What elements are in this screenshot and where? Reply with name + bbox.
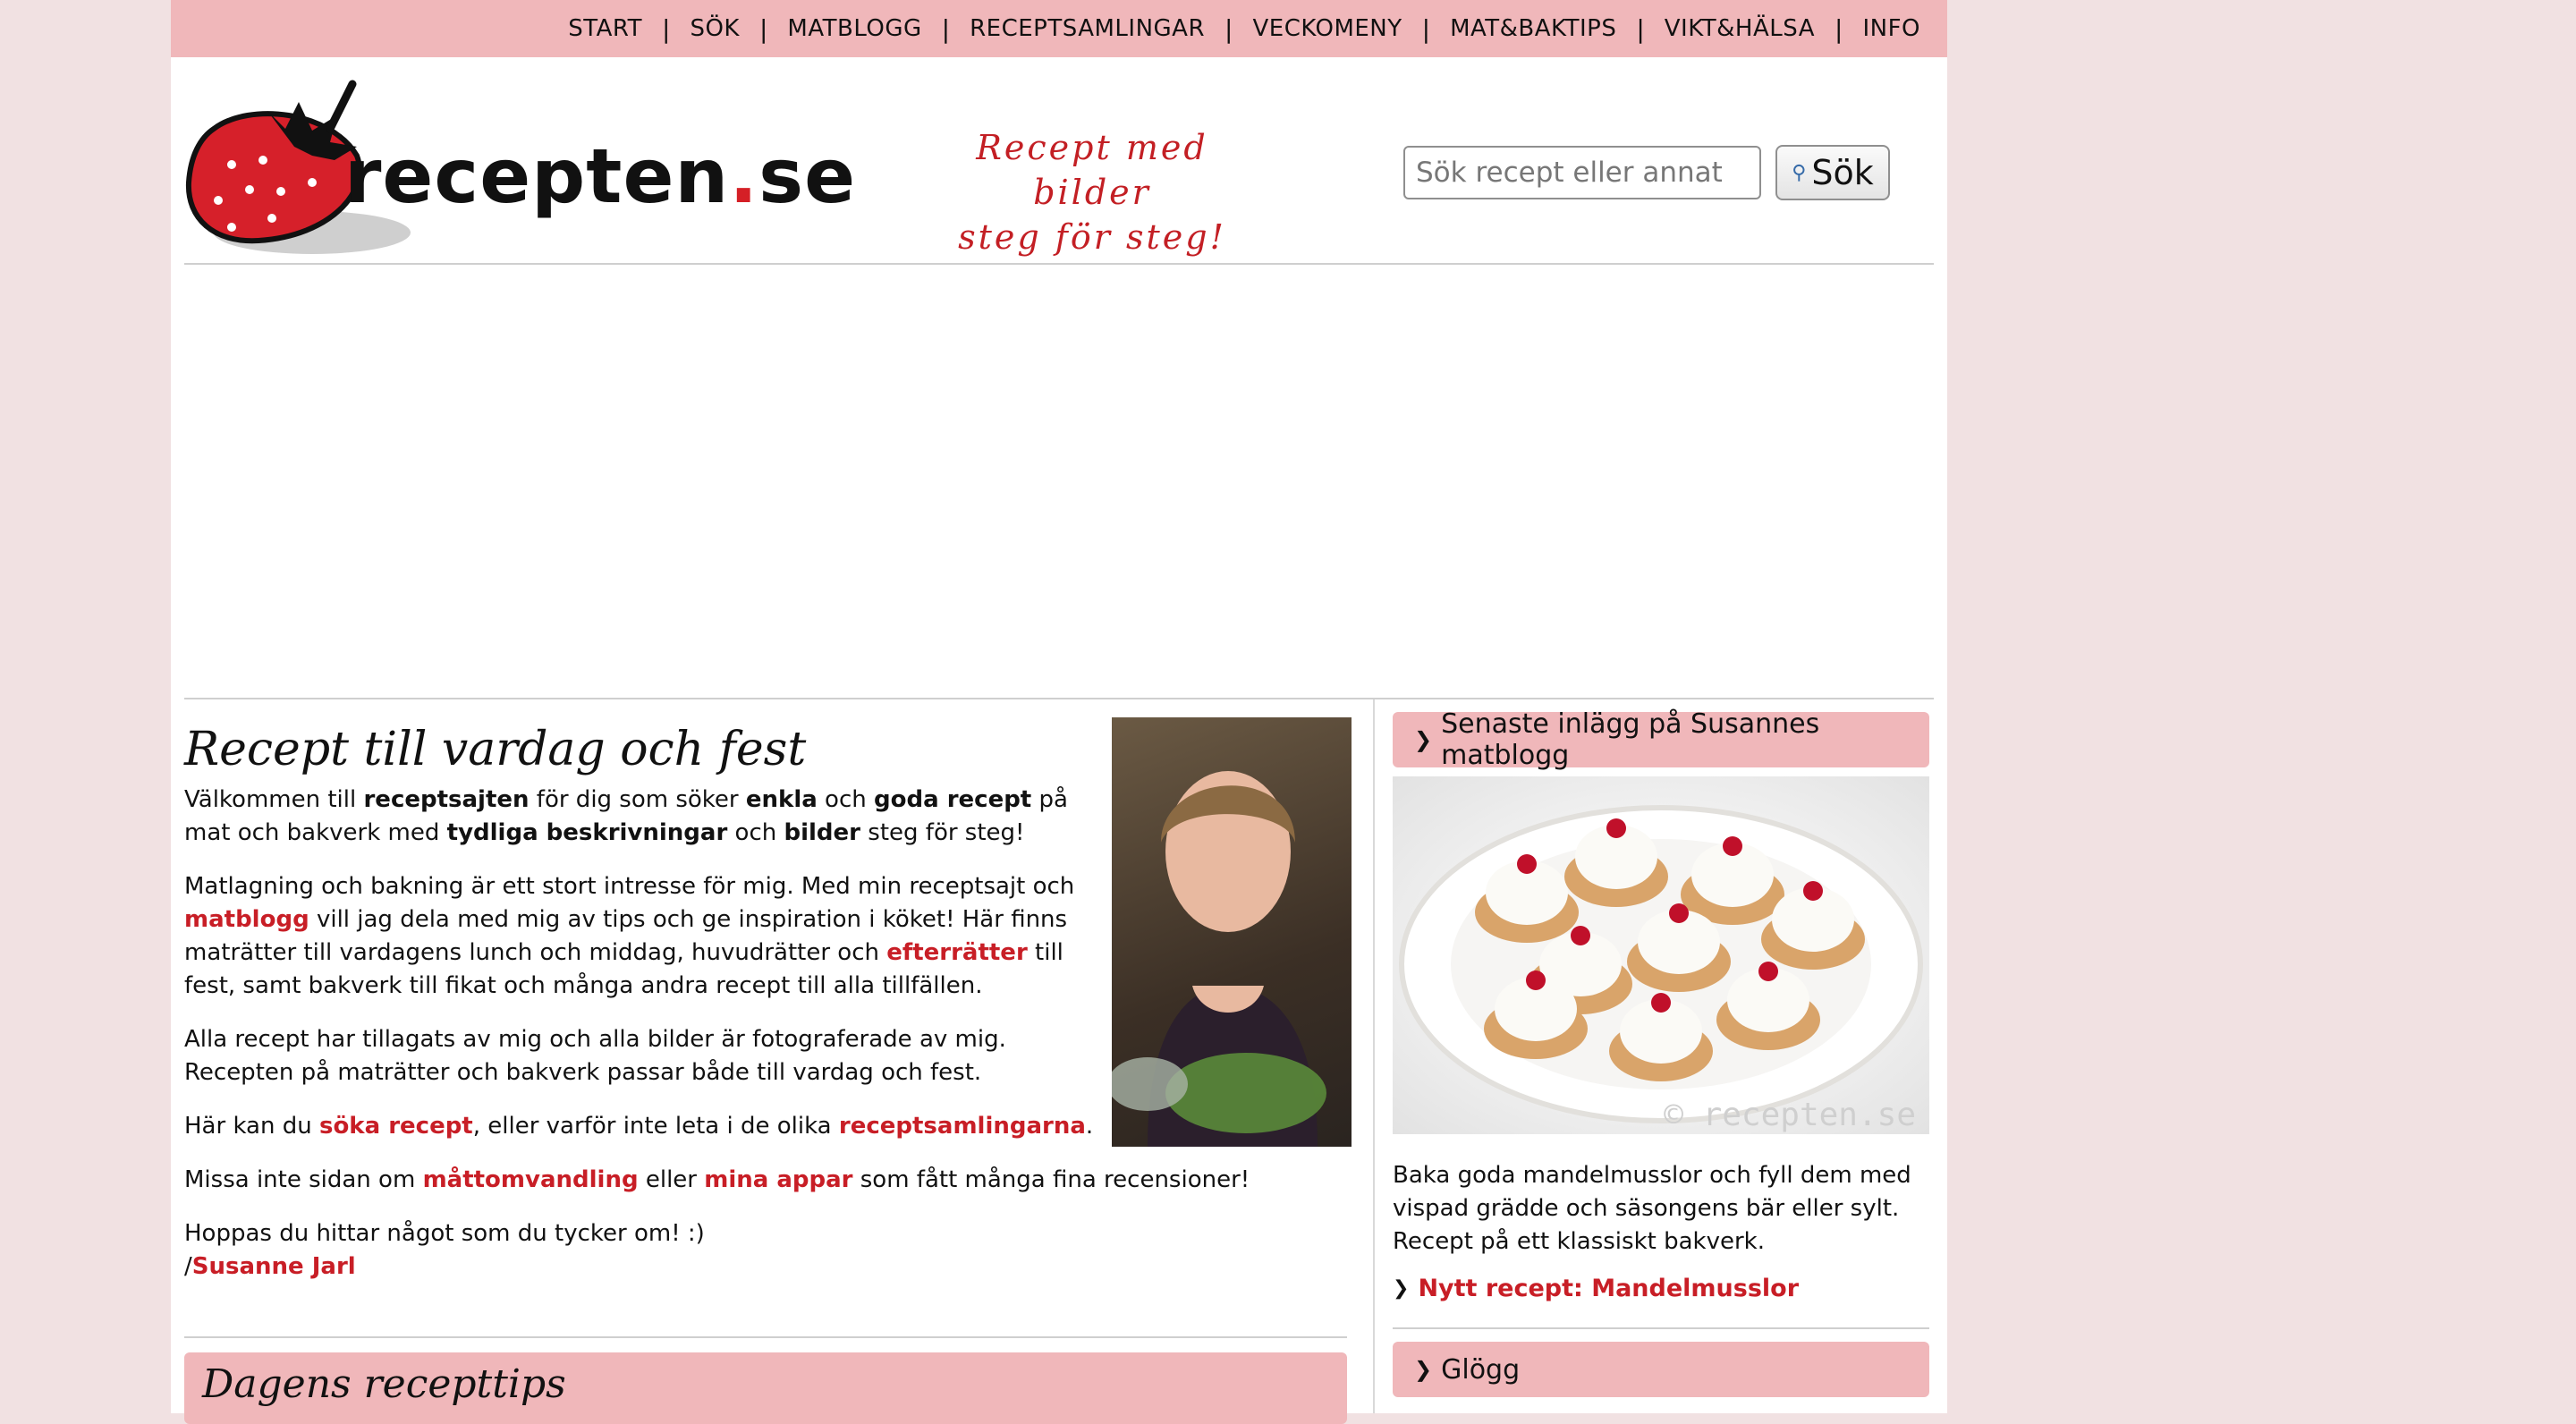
divider <box>184 1336 1347 1338</box>
mandelmusslor-photo[interactable]: © recepten.se <box>1393 776 1929 1134</box>
signature-paragraph: Hoppas du hittar något som du tycker om!… <box>184 1220 705 1280</box>
main-content: Recept till vardag och fest Välkommen ti… <box>184 716 1352 1304</box>
apps-paragraph: Missa inte sidan om måttomvandling eller… <box>184 1166 1250 1193</box>
efterratter-link[interactable]: efterrätter <box>886 939 1028 966</box>
nav-separator: | <box>662 13 671 44</box>
soka-recept-link[interactable]: söka recept <box>319 1113 473 1140</box>
search-input[interactable] <box>1403 146 1761 199</box>
glogg-heading-label: Glögg <box>1441 1353 1521 1386</box>
nav-start[interactable]: START <box>568 15 642 42</box>
nav-receptsamlingar[interactable]: RECEPTSAMLINGAR <box>970 15 1205 42</box>
blog-excerpt: Baka goda mandelmusslor och fyll dem med… <box>1393 1162 1911 1255</box>
nav-separator: | <box>1835 13 1843 44</box>
daily-tips-title: Dagens recepttips <box>202 1361 566 1407</box>
top-nav: START | SÖK | MATBLOGG | RECEPTSAMLINGAR… <box>171 0 1947 57</box>
chevron-right-icon: ❯ <box>1393 1277 1410 1300</box>
intro-paragraph: Välkommen till receptsajten för dig som … <box>184 786 1068 846</box>
blog-heading[interactable]: ❯ Senaste inlägg på Susannes matblogg <box>1393 708 1929 771</box>
search-form: ⚲ Sök <box>1403 145 1890 200</box>
page: START | SÖK | MATBLOGG | RECEPTSAMLINGAR… <box>171 0 1947 1424</box>
new-recipe-link[interactable]: Nytt recept: Mandelmusslor <box>1418 1275 1799 1302</box>
search-button[interactable]: ⚲ Sök <box>1775 145 1890 200</box>
divider <box>184 698 1934 699</box>
mattomvandling-link[interactable]: måttomvandling <box>423 1166 639 1193</box>
nav-sok[interactable]: SÖK <box>690 15 740 42</box>
divider <box>1393 1327 1929 1329</box>
sidebar: ❯ Senaste inlägg på Susannes matblogg © … <box>1393 708 1929 1397</box>
nav-mat-baktips[interactable]: MAT&BAKTIPS <box>1450 15 1616 42</box>
chevron-right-icon: ❯ <box>1414 727 1433 752</box>
chevron-right-icon: ❯ <box>1414 1357 1433 1382</box>
author-link[interactable]: Susanne Jarl <box>192 1253 356 1280</box>
nav-vikt-halsa[interactable]: VIKT&HÄLSA <box>1665 15 1815 42</box>
receptsamlingarna-link[interactable]: receptsamlingarna <box>839 1113 1086 1140</box>
search-paragraph: Här kan du söka recept, eller varför int… <box>184 1113 1094 1140</box>
author-photo <box>1112 717 1352 1147</box>
photo-watermark: © recepten.se <box>1664 1097 1916 1133</box>
site-logo[interactable]: recepten.se <box>178 75 855 263</box>
nav-separator: | <box>1421 13 1431 44</box>
nav-matblogg[interactable]: MATBLOGG <box>787 15 921 42</box>
column-divider <box>1373 699 1375 1413</box>
nav-separator: | <box>758 13 768 44</box>
nav-veckomeny[interactable]: VECKOMENY <box>1252 15 1402 42</box>
daily-tips-header[interactable]: Dagens recepttips <box>184 1352 1347 1424</box>
tagline-line2: steg för steg! <box>958 217 1226 257</box>
matblogg-link[interactable]: matblogg <box>184 906 309 933</box>
nav-separator: | <box>1636 13 1645 44</box>
nav-separator: | <box>1224 13 1233 44</box>
divider <box>184 263 1934 265</box>
blog-heading-label: Senaste inlägg på Susannes matblogg <box>1441 708 1820 771</box>
magnifier-icon: ⚲ <box>1792 161 1807 184</box>
logo-wordmark: recepten.se <box>344 132 857 220</box>
photos-paragraph: Alla recept har tillagats av mig och all… <box>184 1026 1006 1086</box>
interest-paragraph: Matlagning och bakning är ett stort intr… <box>184 873 1075 999</box>
site-tagline: Recept med bilder steg för steg! <box>913 125 1271 259</box>
new-recipe-link-row: ❯ Nytt recept: Mandelmusslor <box>1393 1275 1929 1302</box>
search-button-label: Sök <box>1811 153 1874 192</box>
tagline-line1: Recept med bilder <box>976 128 1208 212</box>
nav-separator: | <box>941 13 951 44</box>
mina-appar-link[interactable]: mina appar <box>704 1166 852 1193</box>
glogg-heading[interactable]: ❯ Glögg <box>1393 1342 1929 1397</box>
nav-info[interactable]: INFO <box>1862 15 1920 42</box>
